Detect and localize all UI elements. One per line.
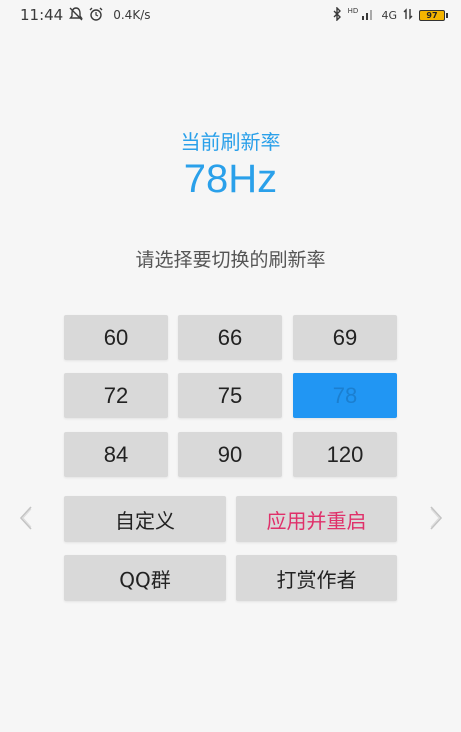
hd-label: HD <box>347 6 359 15</box>
bluetooth-icon <box>332 5 342 24</box>
rate-button-72[interactable]: 72 <box>64 373 168 418</box>
donate-author-button[interactable]: 打赏作者 <box>236 555 397 601</box>
qq-group-button[interactable]: QQ群 <box>64 555 226 601</box>
prev-arrow[interactable] <box>16 505 36 535</box>
apply-restart-button[interactable]: 应用并重启 <box>236 496 397 542</box>
rate-button-78-selected[interactable]: 78 <box>293 373 397 418</box>
select-prompt: 请选择要切换的刷新率 <box>135 249 326 271</box>
current-rate-value: 78Hz <box>183 157 278 201</box>
rate-button-90[interactable]: 90 <box>178 432 282 477</box>
current-rate-label: 当前刷新率 <box>180 130 281 154</box>
custom-button[interactable]: 自定义 <box>64 496 226 542</box>
rate-button-66[interactable]: 66 <box>178 315 282 360</box>
network-speed: 0.4K/s <box>113 8 151 22</box>
alarm-icon <box>89 7 103 24</box>
rate-button-120[interactable]: 120 <box>293 432 397 477</box>
hd-signal-icon: HD <box>347 6 376 23</box>
next-arrow[interactable] <box>426 505 446 535</box>
rate-button-69[interactable]: 69 <box>293 315 397 360</box>
status-right: HD 4G 97 <box>332 5 448 24</box>
status-time: 11:44 <box>20 6 64 24</box>
rate-button-84[interactable]: 84 <box>64 432 168 477</box>
notification-off-icon <box>69 6 84 24</box>
rate-button-60[interactable]: 60 <box>64 315 168 360</box>
data-transfer-icon <box>403 7 413 23</box>
battery-level: 97 <box>426 10 438 20</box>
chevron-left-icon <box>19 505 33 535</box>
rate-button-75[interactable]: 75 <box>178 373 282 418</box>
battery-icon: 97 <box>419 9 448 21</box>
network-type: 4G <box>381 8 397 22</box>
status-bar: 11:44 0.4K/s HD 4G 97 <box>0 0 461 30</box>
chevron-right-icon <box>429 505 443 535</box>
status-left: 11:44 0.4K/s <box>20 6 150 24</box>
